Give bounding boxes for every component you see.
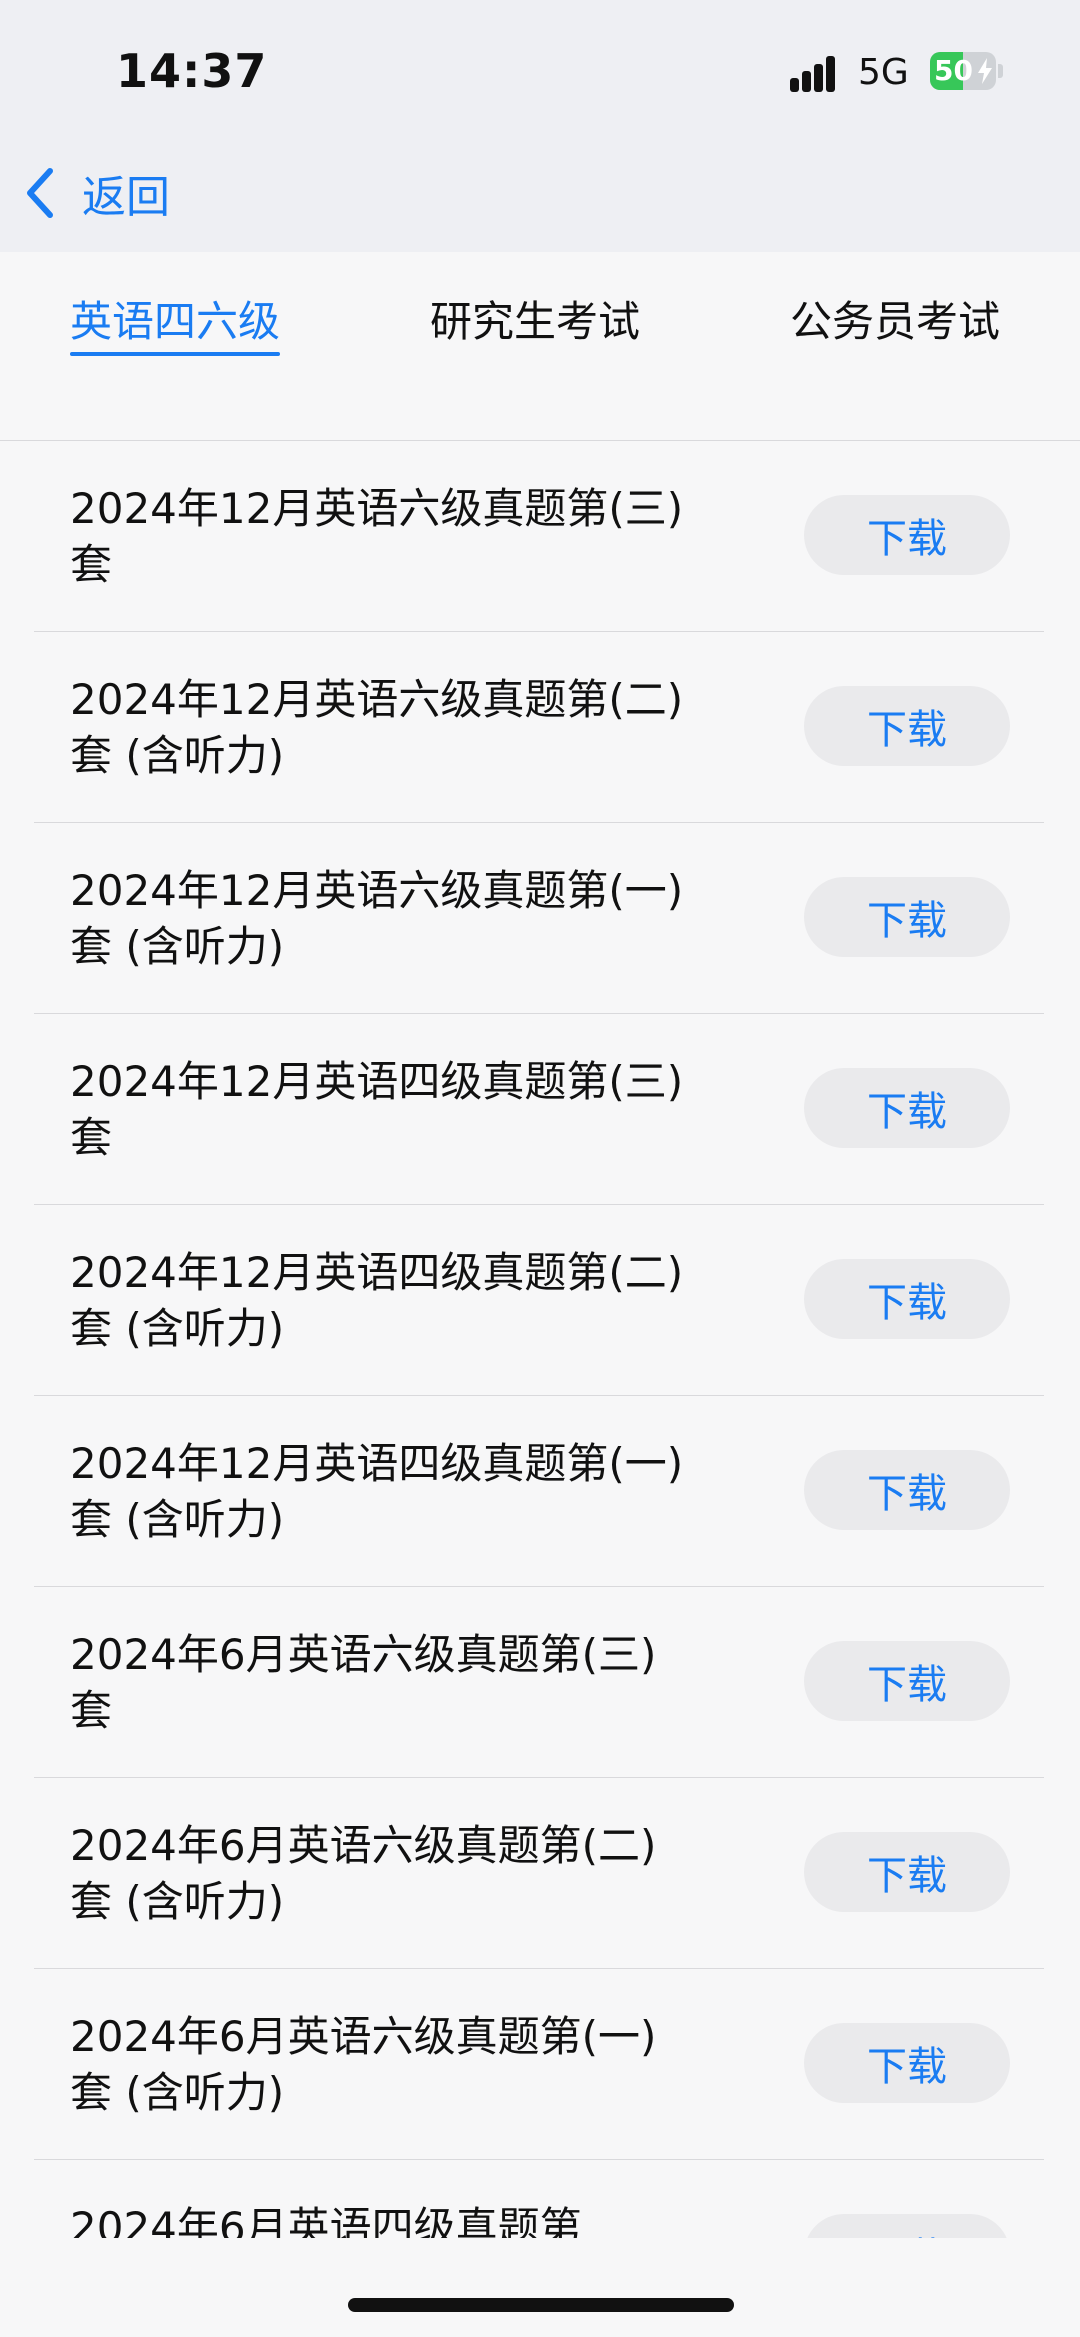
item-title: 2024年12月英语六级真题第(二) 套 (含听力) [70, 675, 684, 780]
status-bar: 14:37 5G 50 [0, 0, 1080, 140]
tab-postgraduate[interactable]: 研究生考试 [430, 288, 640, 349]
item-title: 2024年12月英语四级真题第(一) 套 (含听力) [70, 1439, 684, 1544]
list-item: 2024年12月英语四级真题第(二) 套 (含听力) 下载 [34, 1205, 1044, 1396]
download-button[interactable]: 下载 [804, 1068, 1010, 1148]
download-button[interactable]: 下载 [804, 1832, 1010, 1912]
download-button[interactable]: 下载 [804, 2214, 1010, 2241]
battery-percent: 50 [934, 54, 973, 87]
bolt-icon [978, 58, 992, 84]
list-item: 2024年12月英语六级真题第(二) 套 (含听力) 下载 [34, 632, 1044, 823]
download-button[interactable]: 下载 [804, 877, 1010, 957]
home-indicator[interactable] [348, 2298, 734, 2312]
item-title: 2024年12月英语六级真题第(一) 套 (含听力) [70, 866, 684, 971]
list-item: 2024年6月英语六级真题第(三) 套 下载 [34, 1587, 1044, 1778]
status-time: 14:37 [116, 44, 268, 98]
exam-paper-list: 2024年12月英语六级真题第(三) 套 下载 2024年12月英语六级真题第(… [0, 441, 1080, 2241]
tab-civil-service[interactable]: 公务员考试 [790, 288, 1000, 349]
item-title: 2024年6月英语四级真题第 [70, 2203, 582, 2241]
active-tab-underline [70, 352, 281, 356]
download-button[interactable]: 下载 [804, 495, 1010, 575]
list-item: 2024年6月英语四级真题第 下载 [34, 2160, 1044, 2241]
list-item: 2024年12月英语六级真题第(三) 套 下载 [34, 441, 1044, 632]
download-button[interactable]: 下载 [804, 1450, 1010, 1530]
network-type: 5G [858, 52, 909, 93]
chevron-left-icon [27, 168, 53, 218]
item-title: 2024年12月英语六级真题第(三) 套 [70, 484, 684, 589]
tab-cet[interactable]: 英语四六级 [70, 288, 281, 356]
tab-label: 公务员考试 [790, 297, 1001, 346]
tab-bar: 英语四六级 研究生考试 公务员考试 [0, 252, 1080, 441]
tab-label: 研究生考试 [430, 297, 641, 346]
item-title: 2024年6月英语六级真题第(三) 套 [70, 1630, 657, 1735]
item-title: 2024年6月英语六级真题第(一) 套 (含听力) [70, 2012, 657, 2117]
item-title: 2024年12月英语四级真题第(三) 套 [70, 1057, 684, 1162]
download-button[interactable]: 下载 [804, 1259, 1010, 1339]
bottom-safe-area [0, 2238, 1080, 2337]
item-title: 2024年12月英语四级真题第(二) 套 (含听力) [70, 1248, 684, 1353]
download-button[interactable]: 下载 [804, 686, 1010, 766]
back-label: 返回 [82, 172, 170, 223]
tab-label: 英语四六级 [70, 297, 281, 346]
back-button[interactable]: 返回 [20, 160, 170, 226]
download-button[interactable]: 下载 [804, 2023, 1010, 2103]
list-item: 2024年12月英语四级真题第(三) 套 下载 [34, 1014, 1044, 1205]
item-title: 2024年6月英语六级真题第(二) 套 (含听力) [70, 1821, 657, 1926]
battery-charging-icon: 50 [930, 52, 1004, 90]
list-item: 2024年12月英语六级真题第(一) 套 (含听力) 下载 [34, 823, 1044, 1014]
list-item: 2024年12月英语四级真题第(一) 套 (含听力) 下载 [34, 1396, 1044, 1587]
download-button[interactable]: 下载 [804, 1641, 1010, 1721]
list-item: 2024年6月英语六级真题第(一) 套 (含听力) 下载 [34, 1969, 1044, 2160]
list-item: 2024年6月英语六级真题第(二) 套 (含听力) 下载 [34, 1778, 1044, 1969]
cellular-signal-icon [790, 54, 846, 92]
